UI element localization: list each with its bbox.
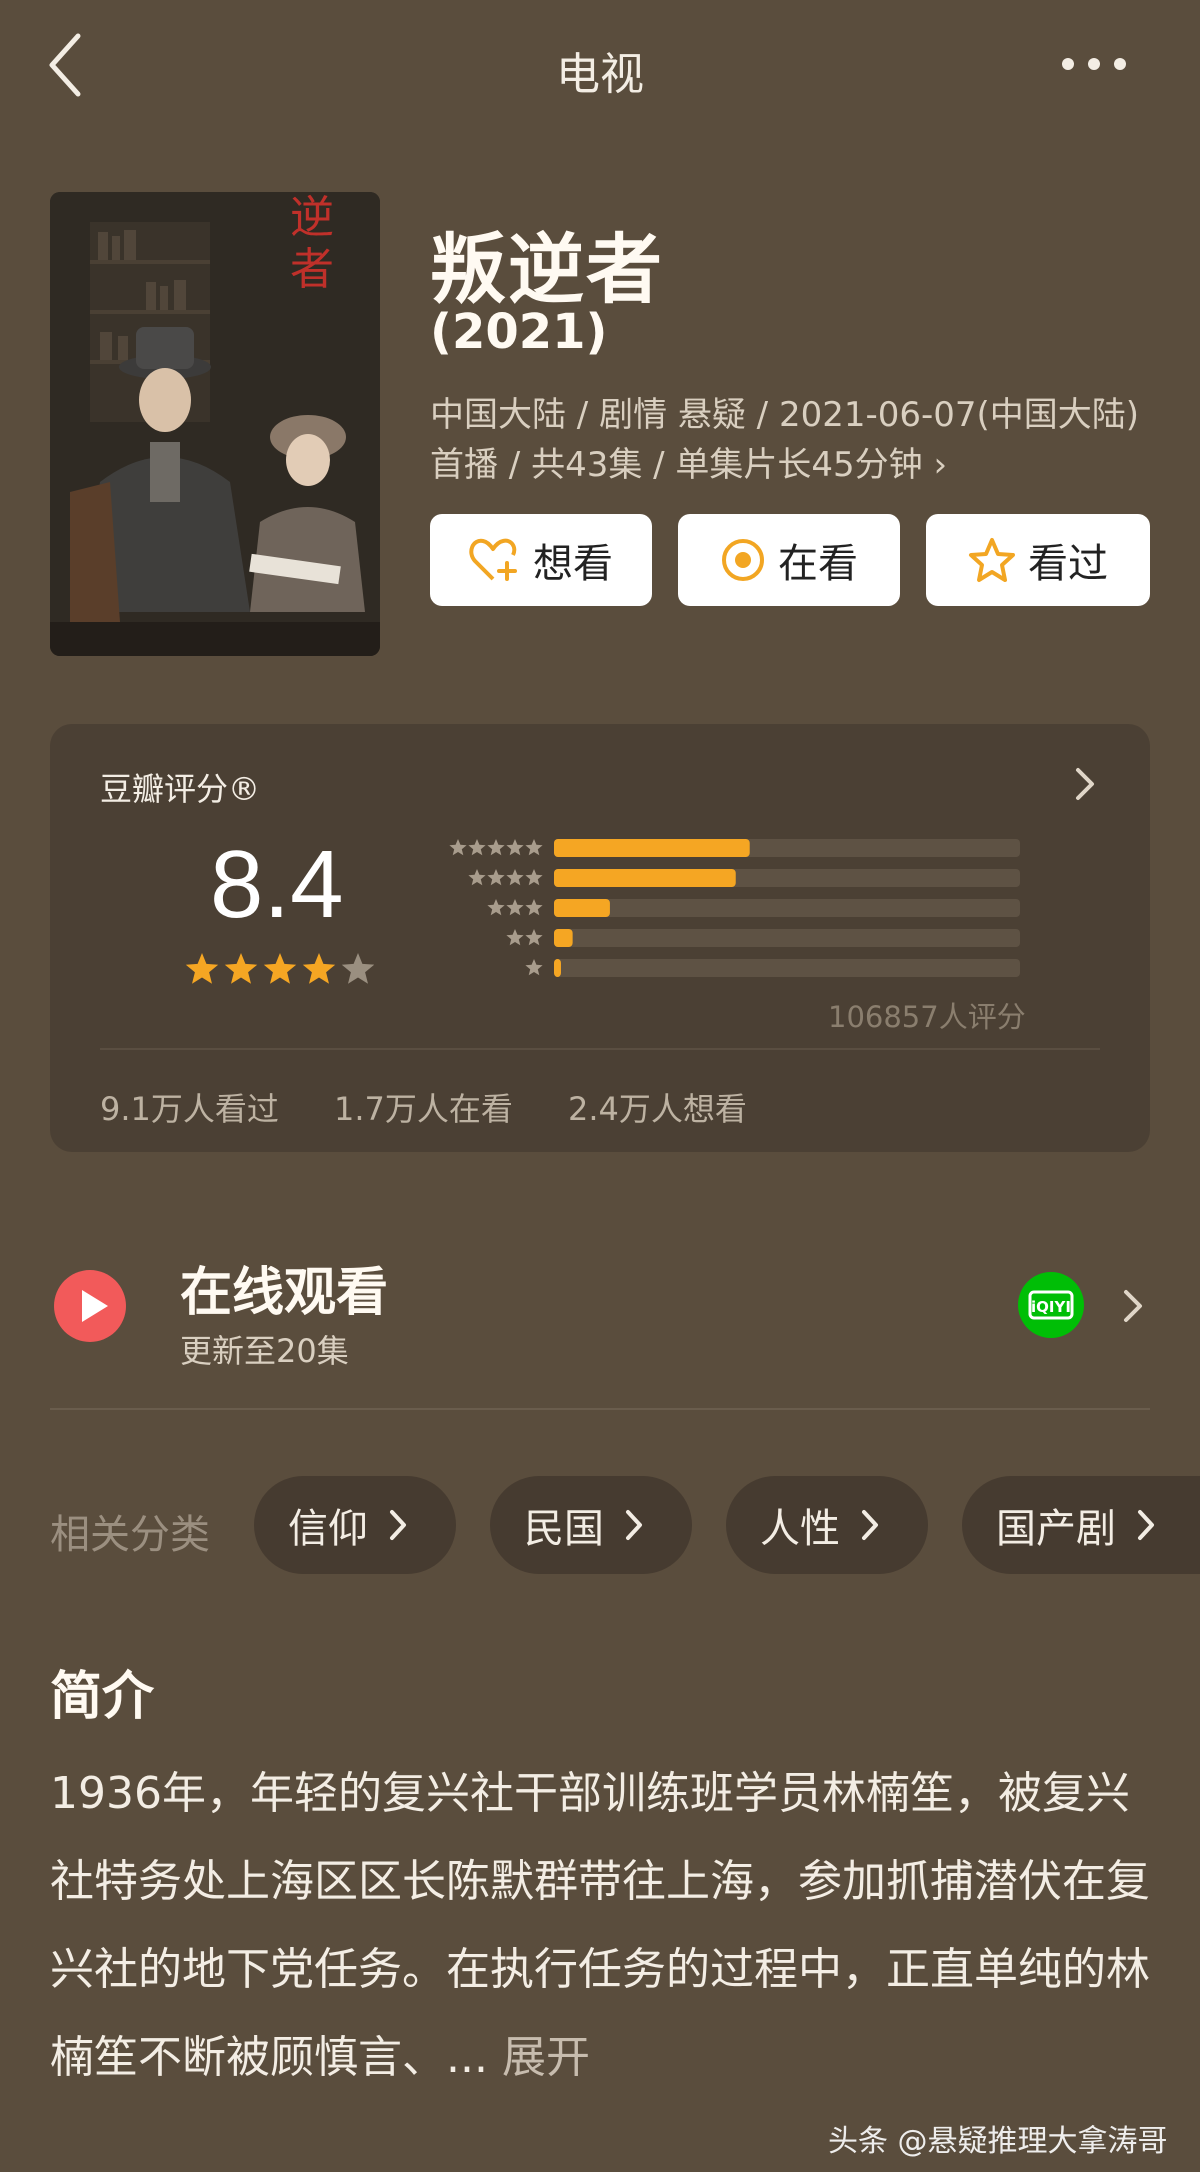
distribution-star — [487, 839, 505, 856]
score-star — [224, 953, 258, 984]
distribution-star — [525, 869, 543, 886]
play-icon[interactable] — [54, 1270, 126, 1342]
tag-label: 人性 — [760, 1506, 840, 1552]
synopsis-body: 1936年，年轻的复兴社干部训练班学员林楠笙，被复兴社特务处上海区区长陈默群带往… — [50, 1768, 1150, 2083]
star-outline-icon — [969, 538, 1015, 582]
distribution-bar — [554, 959, 561, 977]
watched-count: 9.1万人看过 — [100, 1090, 279, 1128]
watched-button[interactable]: 看过 — [926, 514, 1150, 606]
tags-label: 相关分类 — [50, 1512, 210, 1558]
online-title[interactable]: 在线观看 — [180, 1250, 388, 1325]
divider — [50, 1408, 1150, 1410]
watching-count: 1.7万人在看 — [334, 1090, 513, 1128]
synopsis-text: 1936年，年轻的复兴社干部训练班学员林楠笙，被复兴社特务处上海区区长陈默群带往… — [50, 1750, 1160, 2102]
more-icon[interactable] — [1058, 54, 1130, 74]
show-year: (2021) — [430, 304, 608, 360]
tag-chip[interactable]: 人性 — [726, 1476, 928, 1574]
distribution-track — [554, 959, 1020, 977]
distribution-star — [506, 899, 524, 916]
chevron-right-icon — [1138, 1510, 1154, 1540]
distribution-star — [525, 929, 543, 946]
chevron-right-icon — [390, 1510, 406, 1540]
distribution-star — [449, 839, 467, 856]
rating-stars — [185, 953, 374, 984]
rating-count: 106857人评分 — [828, 1000, 1026, 1034]
distribution-star — [468, 869, 486, 886]
tag-chip[interactable]: 信仰 — [254, 1476, 456, 1574]
score-star — [185, 953, 219, 984]
iqiyi-icon[interactable]: iQIYI — [1018, 1272, 1084, 1338]
watching-label: 在看 — [778, 541, 858, 587]
poster-image[interactable]: 逆 者 — [50, 192, 380, 656]
watching-button[interactable]: 在看 — [678, 514, 900, 606]
distribution-star — [506, 869, 524, 886]
expand-link[interactable]: 展开 — [502, 2032, 590, 2083]
distribution-star — [525, 959, 543, 976]
score-star — [341, 953, 374, 984]
want-button[interactable]: 想看 — [430, 514, 652, 606]
rating-score: 8.4 — [210, 831, 344, 938]
distribution-star — [468, 839, 486, 856]
score-star — [302, 953, 336, 984]
chevron-right-icon — [862, 1510, 878, 1540]
watermark: 头条 @悬疑推理大拿涛哥 — [828, 2124, 1168, 2159]
svg-text:iQIYI: iQIYI — [1031, 1298, 1071, 1316]
distribution-star — [487, 899, 505, 916]
distribution-track — [554, 899, 1020, 917]
distribution-star — [506, 929, 524, 946]
tag-label: 信仰 — [288, 1506, 368, 1552]
distribution-bar — [554, 869, 736, 887]
rating-distribution — [449, 839, 1020, 977]
page-title: 电视 — [556, 49, 644, 100]
chevron-right-icon[interactable] — [1070, 764, 1100, 804]
want-label: 想看 — [533, 541, 613, 587]
chevron-right-icon — [626, 1510, 642, 1540]
distribution-star — [487, 869, 505, 886]
distribution-star — [525, 839, 543, 856]
watched-label: 看过 — [1028, 541, 1108, 587]
distribution-bar — [554, 929, 573, 947]
tag-label: 民国 — [524, 1506, 604, 1552]
show-title: 叛逆者 — [430, 225, 664, 314]
tag-chip[interactable]: 民国 — [490, 1476, 692, 1574]
distribution-star — [506, 839, 524, 856]
synopsis-title: 简介 — [50, 1667, 155, 1727]
target-icon — [722, 539, 764, 581]
heart-plus-icon — [469, 538, 517, 581]
distribution-star — [525, 899, 543, 916]
tag-label: 国产剧 — [996, 1506, 1116, 1552]
tag-chip[interactable]: 国产剧 — [962, 1476, 1200, 1574]
online-subtitle: 更新至20集 — [180, 1332, 349, 1370]
divider — [100, 1048, 1100, 1050]
distribution-bar — [554, 839, 750, 857]
want-count: 2.4万人想看 — [568, 1090, 747, 1128]
score-star — [263, 953, 297, 984]
rating-label: 豆瓣评分® — [100, 770, 261, 808]
distribution-bar — [554, 899, 610, 917]
chevron-right-icon[interactable] — [1120, 1286, 1146, 1326]
show-meta[interactable]: 中国大陆 / 剧情 悬疑 / 2021-06-07(中国大陆)首播 / 共43集… — [430, 390, 1150, 490]
distribution-track — [554, 929, 1020, 947]
